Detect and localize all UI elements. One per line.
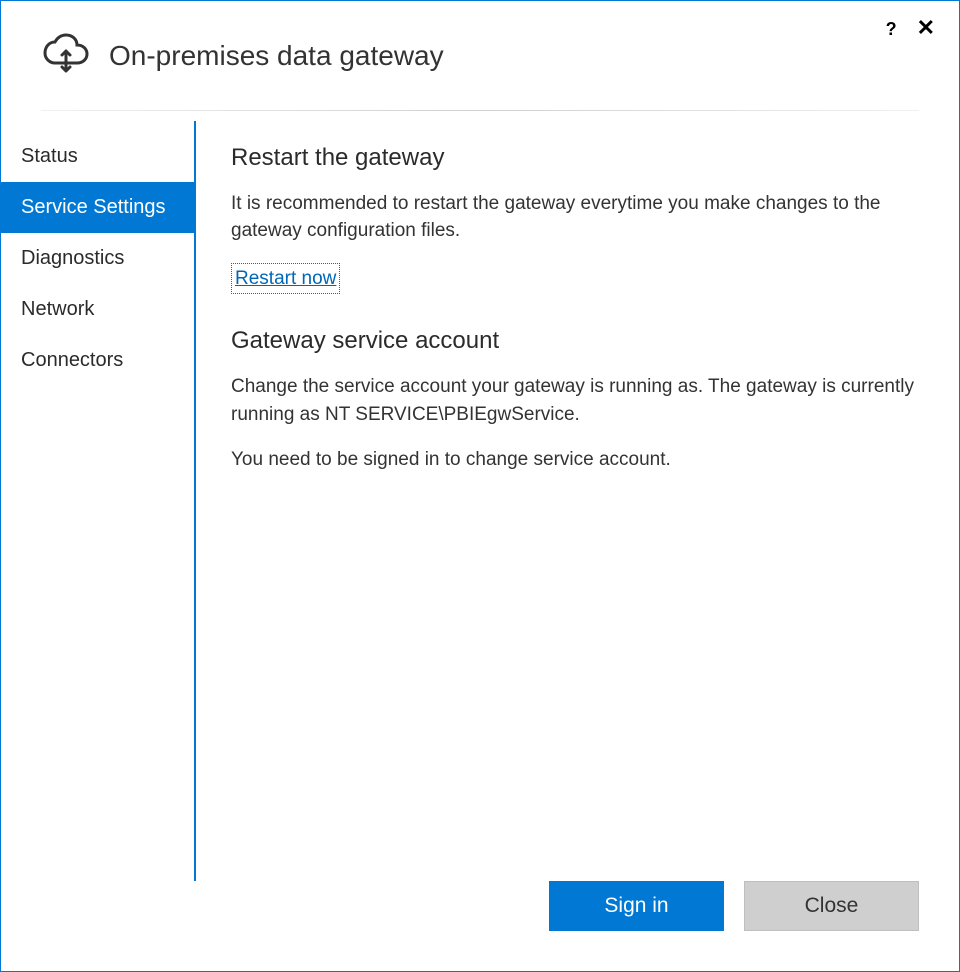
restart-now-link[interactable]: Restart now <box>231 263 340 295</box>
sign-in-button[interactable]: Sign in <box>549 881 724 931</box>
main-body: Status Service Settings Diagnostics Netw… <box>1 111 959 881</box>
restart-description: It is recommended to restart the gateway… <box>231 190 919 245</box>
title-bar: On-premises data gateway ? ✕ <box>1 1 959 100</box>
restart-heading: Restart the gateway <box>231 141 919 176</box>
service-account-heading: Gateway service account <box>231 324 919 359</box>
footer-buttons: Sign in Close <box>1 881 959 971</box>
gateway-cloud-icon <box>41 31 91 80</box>
service-account-description: Change the service account your gateway … <box>231 373 919 428</box>
app-window: On-premises data gateway ? ✕ Status Serv… <box>0 0 960 972</box>
close-button[interactable]: ✕ <box>917 19 935 40</box>
service-account-signin-note: You need to be signed in to change servi… <box>231 446 919 474</box>
close-footer-button[interactable]: Close <box>744 881 919 931</box>
app-title: On-premises data gateway <box>109 40 444 72</box>
sidebar-nav: Status Service Settings Diagnostics Netw… <box>1 121 196 881</box>
content-pane: Restart the gateway It is recommended to… <box>196 121 959 881</box>
sidebar-item-connectors[interactable]: Connectors <box>1 335 194 386</box>
sidebar-item-service-settings[interactable]: Service Settings <box>1 182 194 233</box>
sidebar-item-network[interactable]: Network <box>1 284 194 335</box>
help-button[interactable]: ? <box>886 19 897 40</box>
sidebar-item-diagnostics[interactable]: Diagnostics <box>1 233 194 284</box>
sidebar-item-status[interactable]: Status <box>1 131 194 182</box>
